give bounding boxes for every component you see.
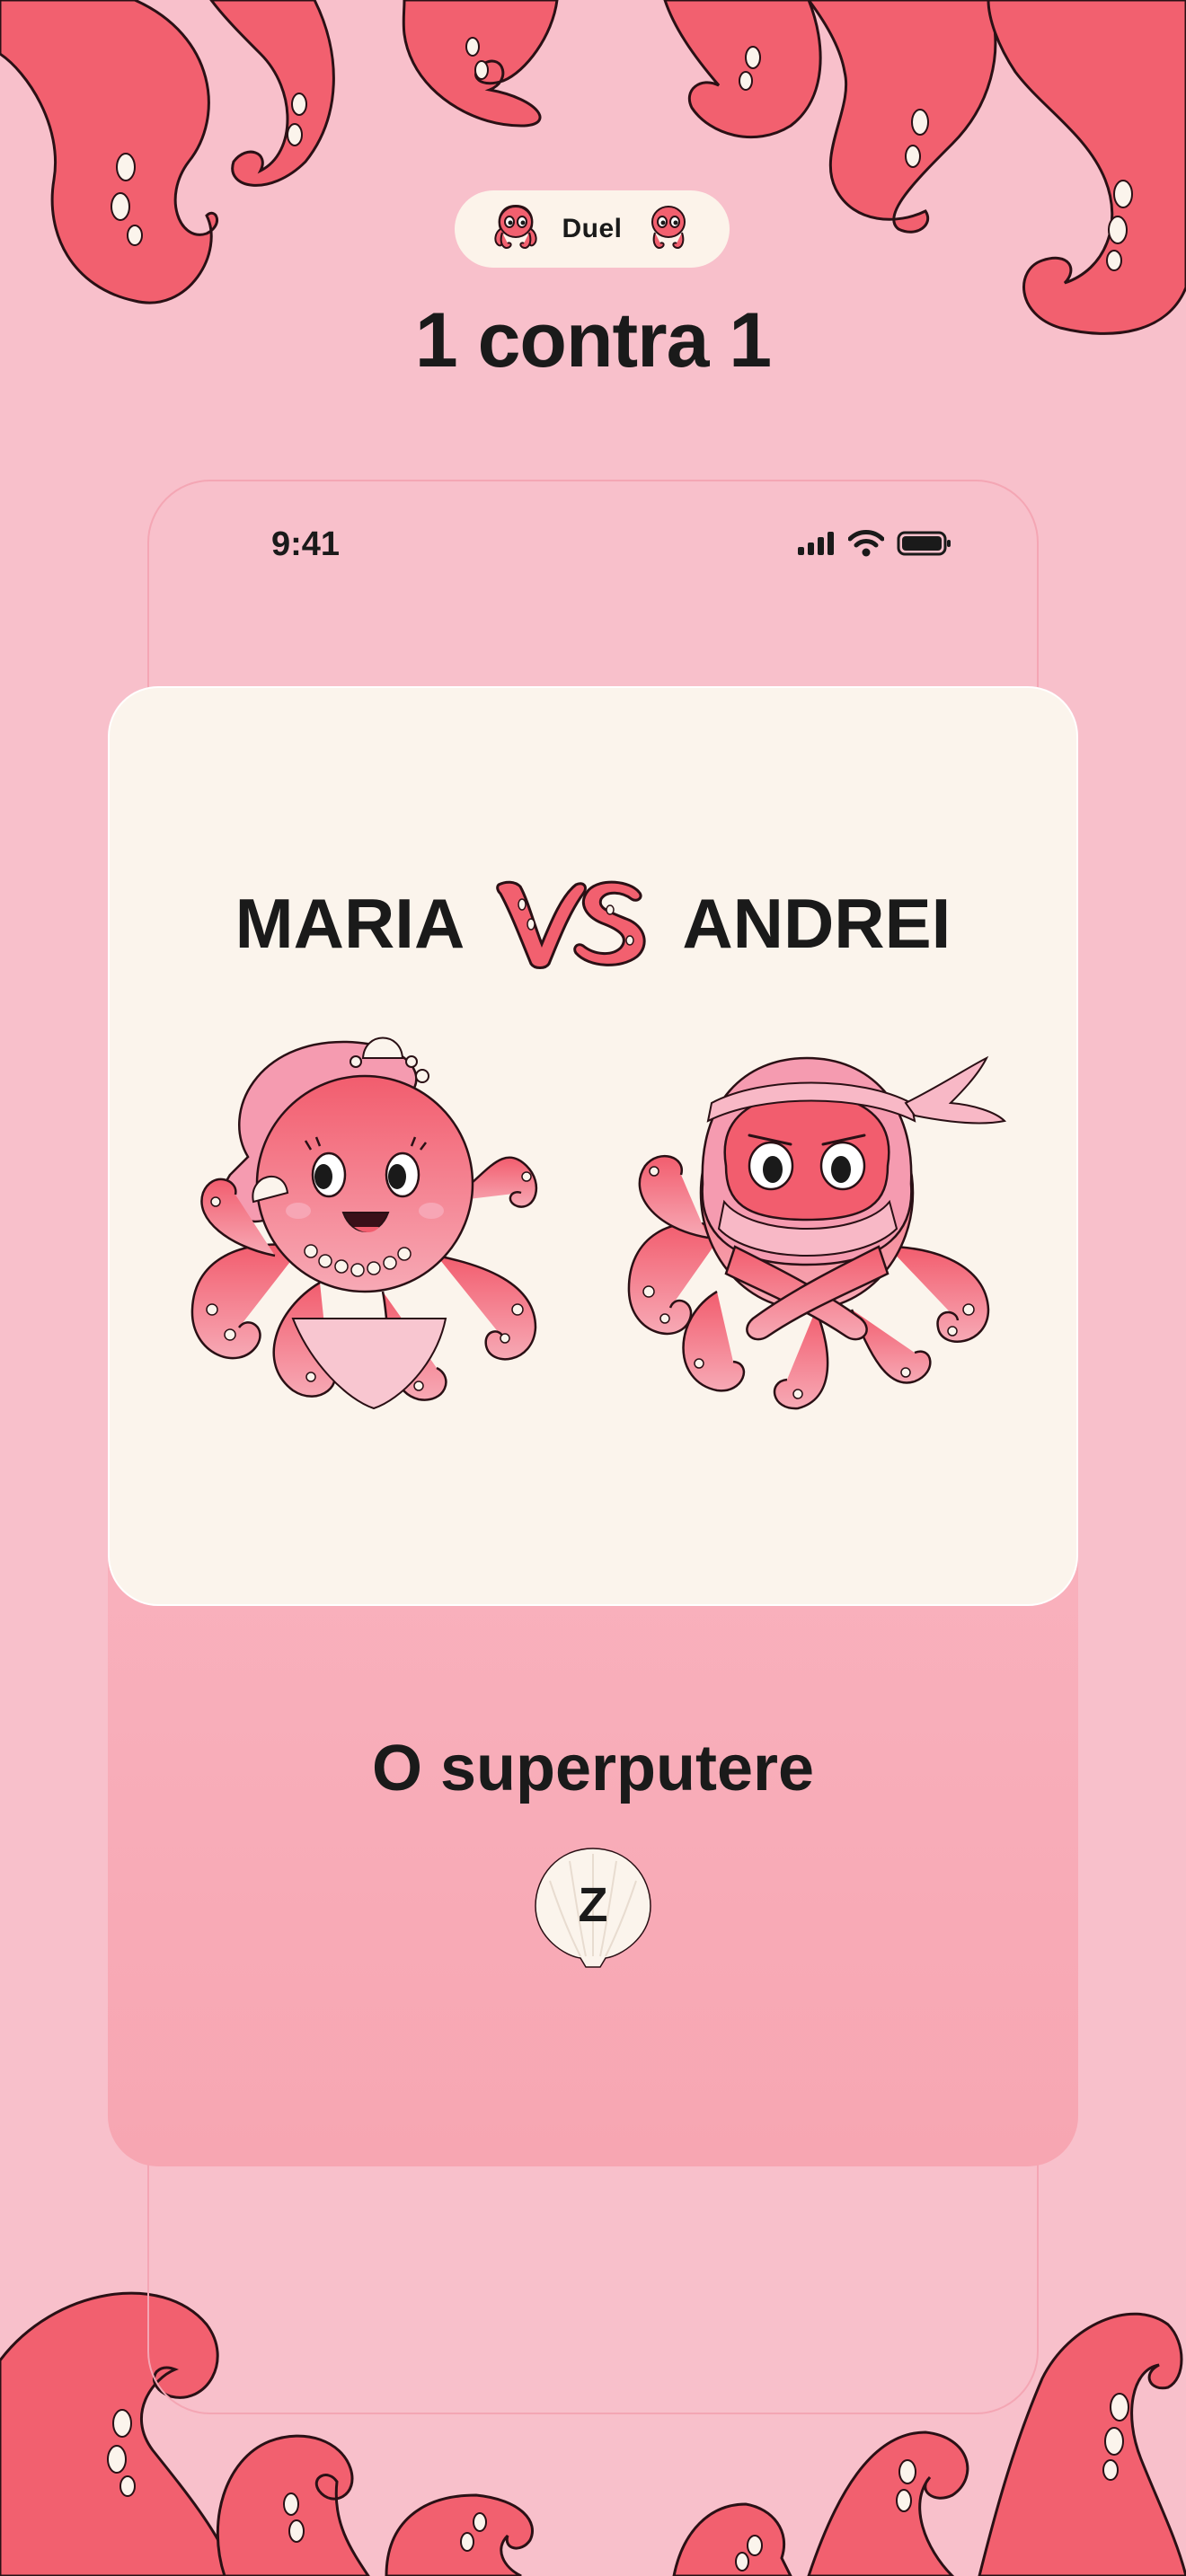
assigned-letter: Z: [578, 1878, 608, 1932]
player-name-right: ANDREI: [682, 883, 951, 963]
wifi-icon: [848, 530, 884, 557]
battery-icon: [897, 531, 951, 556]
player-name-left: MARIA: [235, 883, 465, 963]
duel-badge: Duel: [455, 190, 730, 268]
maria-octopus-avatar: [190, 1037, 537, 1410]
vs-mark: [496, 880, 646, 969]
status-icons: [796, 530, 952, 557]
badge-label: Duel: [562, 214, 623, 243]
category-label: O superputere: [371, 1733, 815, 1804]
andrei-octopus-avatar: [627, 1055, 1007, 1410]
status-time: 9:41: [271, 525, 341, 563]
letter-shell: Z: [530, 1841, 656, 1971]
octopus-icon: [494, 205, 538, 249]
players-row: MARIA ANDREI: [108, 869, 1078, 977]
octopus-icon: [651, 206, 686, 249]
page-title: 1 contra 1: [414, 297, 772, 384]
signal-icon: [798, 532, 834, 555]
